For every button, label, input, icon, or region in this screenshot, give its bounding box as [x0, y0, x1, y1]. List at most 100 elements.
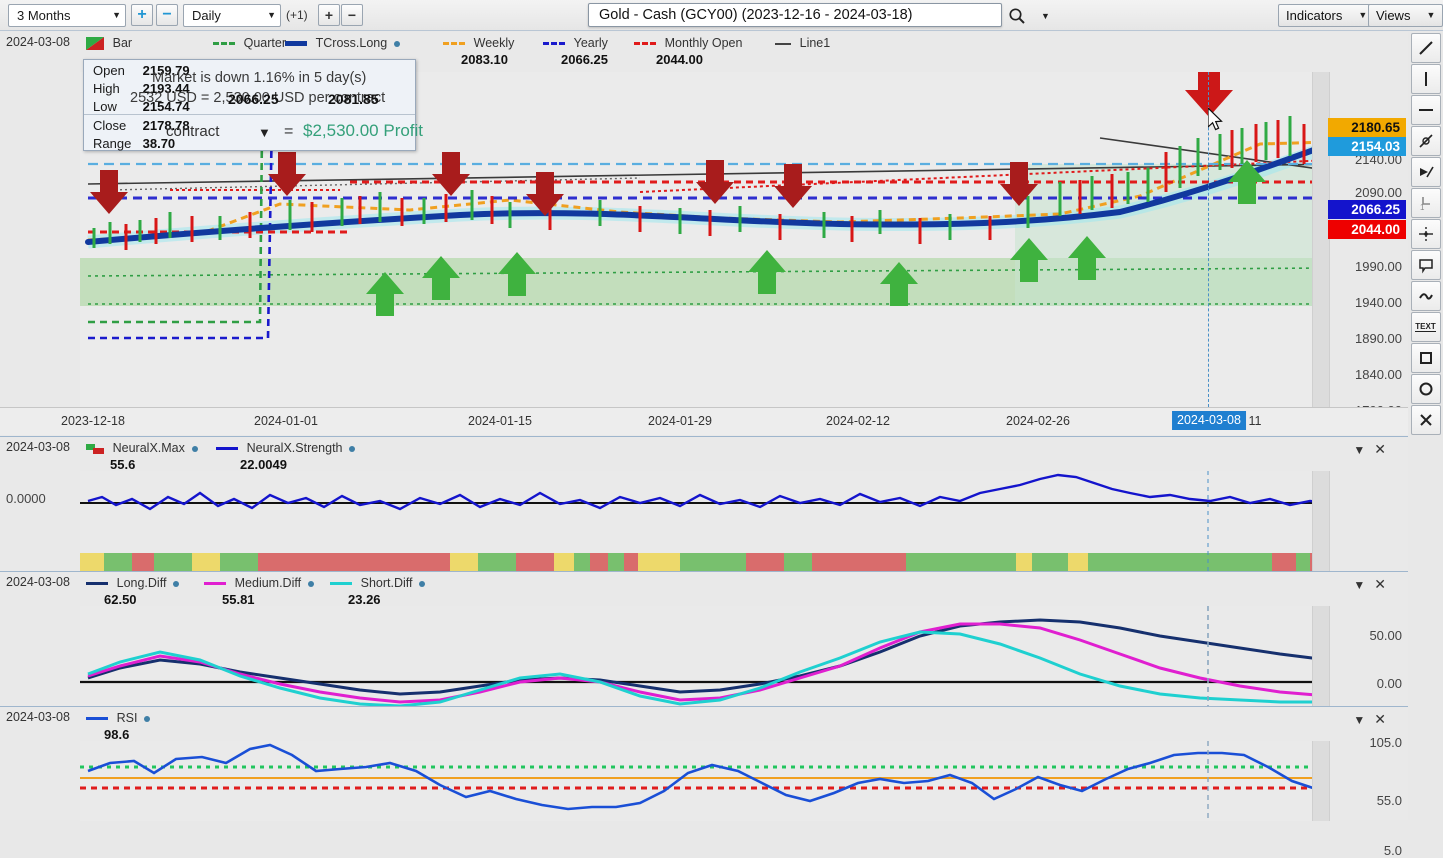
- long-diff-swatch: [86, 582, 108, 586]
- views-button[interactable]: Views ▼: [1368, 3, 1443, 27]
- rsi-plot[interactable]: [80, 741, 1330, 821]
- settings-dot-icon[interactable]: [307, 580, 314, 587]
- legend-item-monthly-open[interactable]: Monthly Open 2044.00: [634, 35, 743, 67]
- close-icon[interactable]: ✕: [1374, 576, 1386, 593]
- settings-dot-icon[interactable]: [144, 715, 151, 722]
- legend-label: Line1: [799, 36, 831, 50]
- measure-tool[interactable]: 1: [1410, 188, 1441, 218]
- high-price-badge[interactable]: 2180.65: [1328, 118, 1406, 137]
- legend-item-rsi[interactable]: RSI 98.6: [86, 710, 151, 742]
- rectangle-tool[interactable]: [1410, 343, 1441, 373]
- neuralx-panel: 2024-03-08 NeuralX.Max 55.6 NeuralX.Stre…: [0, 436, 1408, 572]
- legend-item-tcrosslong[interactable]: TCross.Long: [285, 35, 400, 50]
- legend-item-bar[interactable]: Bar: [86, 35, 133, 51]
- diff-tick: 50.00: [1369, 628, 1402, 643]
- legend-label: Monthly Open: [664, 36, 743, 50]
- price-axis[interactable]: 2140.00 2090.00 1990.00 1940.00 1890.00 …: [1328, 72, 1408, 418]
- search-icon[interactable]: [1008, 7, 1026, 25]
- horizontal-line-tool[interactable]: [1410, 95, 1441, 125]
- neuralx-max-swatch: [86, 443, 104, 455]
- weekly-line-swatch: [443, 42, 465, 46]
- contract-word: contract: [166, 123, 220, 140]
- legend-item-line1[interactable]: Line1: [775, 35, 830, 50]
- trendline-tool[interactable]: [1410, 33, 1441, 63]
- legend-label: Bar: [112, 36, 133, 50]
- interval-select[interactable]: Daily ▼: [183, 3, 281, 27]
- legend-value: 55.81: [222, 592, 255, 607]
- legend-item-yearly[interactable]: Yearly 2066.25: [543, 35, 608, 67]
- date-axis[interactable]: 2023-12-18 2024-01-01 2024-01-15 2024-01…: [0, 407, 1408, 435]
- rsi-panel: 2024-03-08 RSI 98.6 ▼ ✕ 105.0 55.0 5.0: [0, 706, 1408, 858]
- legend-item-medium-diff[interactable]: Medium.Diff 55.81: [204, 575, 314, 607]
- neuralx-plot[interactable]: [80, 471, 1330, 572]
- bar-swatch-icon: [86, 37, 104, 51]
- diff-value-axis[interactable]: 50.00 0.00: [1330, 606, 1408, 707]
- text-tool[interactable]: TEXT: [1410, 312, 1441, 342]
- legend-label: NeuralX.Max: [112, 441, 185, 455]
- legend-value: 98.6: [104, 727, 130, 742]
- offset-decrease-button[interactable]: −: [341, 4, 363, 26]
- settings-dot-icon[interactable]: [191, 445, 198, 452]
- neuralx-scroll-strip[interactable]: [1312, 471, 1330, 572]
- drawing-toolbar: 1 TEXT: [1408, 33, 1443, 435]
- rsi-tick: 105.0: [1369, 735, 1402, 750]
- offset-increase-button[interactable]: +: [318, 4, 340, 26]
- collapse-icon[interactable]: ▼: [1353, 713, 1365, 727]
- rsi-scroll-strip[interactable]: [1312, 741, 1330, 821]
- legend-item-weekly[interactable]: Weekly 2083.10: [443, 35, 514, 67]
- diff-tick: 0.00: [1376, 676, 1402, 691]
- tcrosslong-line-swatch: [285, 41, 307, 47]
- collapse-icon[interactable]: ▼: [1353, 578, 1365, 592]
- arc-tool[interactable]: [1410, 281, 1441, 311]
- legend-label: Yearly: [573, 36, 608, 50]
- settings-dot-icon[interactable]: [393, 40, 400, 47]
- chevron-down-icon: ▼: [1426, 10, 1436, 20]
- collapse-icon[interactable]: ▼: [1353, 443, 1365, 457]
- search-dropdown-caret[interactable]: ▼: [1041, 11, 1050, 21]
- legend-value: 2066.25: [561, 52, 608, 67]
- crosshair-tool[interactable]: [1410, 219, 1441, 249]
- date-tick-trailing: 11: [1248, 414, 1262, 428]
- range-increase-button[interactable]: +: [131, 4, 153, 26]
- legend-item-neuralx-max[interactable]: NeuralX.Max 55.6: [86, 440, 198, 472]
- indicators-label: Indicators: [1286, 7, 1343, 23]
- quarter-line-swatch: [213, 42, 235, 46]
- delete-tool[interactable]: [1410, 405, 1441, 435]
- price-tick: 1990.00: [1355, 259, 1402, 274]
- price-tick: 2090.00: [1355, 185, 1402, 200]
- views-label: Views: [1376, 7, 1411, 23]
- pitchfork-tool[interactable]: [1410, 157, 1441, 187]
- legend-item-neuralx-strength[interactable]: NeuralX.Strength 22.0049: [216, 440, 356, 472]
- last-price-badge[interactable]: 2154.03: [1328, 137, 1406, 156]
- range-decrease-button[interactable]: −: [156, 4, 178, 26]
- symbol-input[interactable]: Gold - Cash (GCY00) (2023-12-16 - 2024-0…: [588, 3, 1002, 27]
- monthly-open-badge[interactable]: 2044.00: [1328, 220, 1406, 239]
- legend-item-long-diff[interactable]: Long.Diff 62.50: [86, 575, 180, 607]
- legend-label: Short.Diff: [360, 576, 413, 590]
- settings-dot-icon[interactable]: [419, 580, 426, 587]
- fibonacci-tool[interactable]: [1410, 126, 1441, 156]
- legend-item-quarter[interactable]: Quarter: [213, 35, 286, 50]
- settings-dot-icon[interactable]: [173, 580, 180, 587]
- settings-dot-icon[interactable]: [349, 445, 356, 452]
- price-tick: 1940.00: [1355, 295, 1402, 310]
- date-tick: 2023-12-18: [61, 414, 125, 428]
- yearly-price-badge[interactable]: 2066.25: [1328, 200, 1406, 219]
- range-select[interactable]: 3 Months ▼: [8, 3, 126, 27]
- diff-scroll-strip[interactable]: [1312, 606, 1330, 707]
- callout-tool[interactable]: [1410, 250, 1441, 280]
- legend-value: 23.26: [348, 592, 381, 607]
- close-icon[interactable]: ✕: [1374, 441, 1386, 458]
- close-icon[interactable]: ✕: [1374, 711, 1386, 728]
- rsi-value-axis[interactable]: 105.0 55.0 5.0: [1330, 735, 1408, 858]
- vertical-line-tool[interactable]: [1410, 64, 1441, 94]
- contract-dropdown-caret[interactable]: ▼: [258, 125, 271, 140]
- rsi-swatch: [86, 717, 108, 721]
- ellipse-tool[interactable]: [1410, 374, 1441, 404]
- active-date-badge[interactable]: 2024-03-08: [1172, 411, 1246, 430]
- neuralx-zero-label: 0.0000: [6, 491, 46, 506]
- ohlc-open-label: Open: [93, 63, 125, 78]
- legend-item-short-diff[interactable]: Short.Diff 23.26: [330, 575, 426, 607]
- diff-plot[interactable]: [80, 606, 1330, 707]
- indicators-button[interactable]: Indicators ▼: [1278, 3, 1376, 27]
